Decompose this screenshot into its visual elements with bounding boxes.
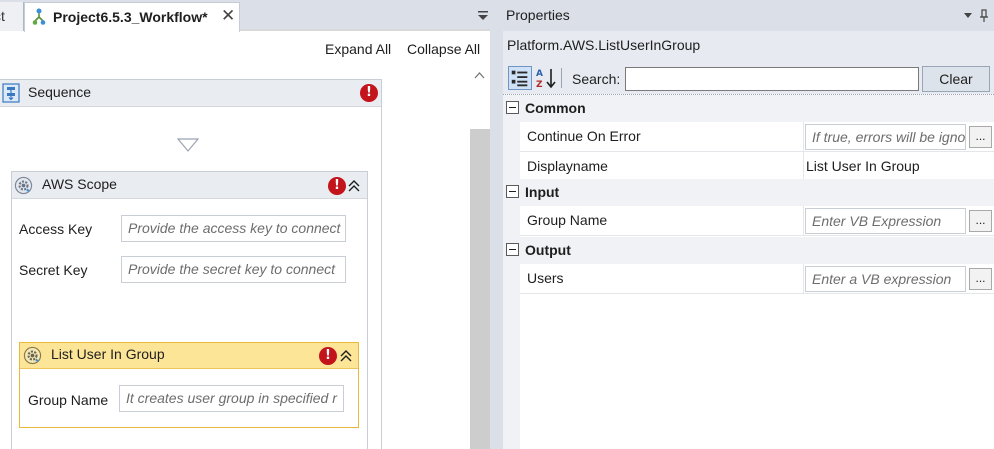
designer-canvas[interactable]: Sequence ! AWS Scope ! Access Key Provid… — [0, 66, 490, 449]
designer-toolbar: Expand All Collapse All — [0, 34, 493, 64]
sequence-title: Sequence — [28, 84, 92, 100]
category-input[interactable]: Input — [503, 179, 994, 206]
category-label: Input — [525, 184, 560, 200]
list-user-in-group-activity[interactable]: List User In Group ! Group Name It creat… — [19, 342, 359, 428]
property-row-displayname: Displayname List User In Group — [520, 152, 994, 182]
properties-title: Properties — [506, 7, 570, 23]
svg-text:A: A — [536, 69, 543, 79]
search-label: Search: — [572, 71, 621, 87]
access-key-input[interactable]: Provide the access key to connect — [121, 215, 346, 242]
collapse-chevron-icon[interactable] — [339, 349, 353, 363]
error-icon[interactable]: ! — [328, 177, 346, 195]
category-label: Output — [525, 242, 571, 258]
tab-previous-document[interactable]: ct — [0, 2, 24, 31]
property-row-users: Users Enter a VB expression ... — [520, 264, 994, 294]
access-key-label: Access Key — [19, 221, 93, 237]
property-name: Continue On Error — [520, 122, 804, 151]
properties-toolbar: A Z Search: Clear — [503, 63, 994, 94]
drop-target-arrow-icon[interactable] — [177, 138, 199, 152]
properties-titlebar: Properties — [503, 0, 994, 31]
toolbar-separator — [561, 68, 562, 88]
selected-object-type: Platform.AWS.ListUserInGroup — [507, 37, 701, 53]
workflow-designer: ct Project6.5.3_Workflow* ✕ Expand All C… — [0, 0, 493, 449]
selected-object-bar: Platform.AWS.ListUserInGroup — [503, 31, 994, 63]
aws-scope-activity[interactable]: AWS Scope ! Access Key Provide the acces… — [11, 171, 368, 449]
category-label: Common — [525, 100, 586, 116]
categorized-view-icon[interactable] — [508, 66, 532, 90]
error-icon[interactable]: ! — [319, 347, 337, 365]
continue-on-error-input[interactable]: If true, errors will be ignored — [805, 124, 966, 150]
tab-dropdown-icon[interactable] — [476, 8, 490, 22]
svg-text:Z: Z — [536, 80, 543, 90]
group-name-input[interactable]: It creates user group in specified r — [119, 385, 344, 412]
category-common[interactable]: Common — [503, 95, 994, 122]
workflow-icon — [32, 8, 46, 25]
pin-icon[interactable] — [980, 9, 988, 22]
expression-editor-button[interactable]: ... — [969, 268, 992, 290]
document-tabstrip: ct Project6.5.3_Workflow* ✕ — [0, 0, 493, 32]
pane-splitter[interactable] — [490, 0, 503, 449]
collapse-toggle-icon[interactable] — [506, 243, 519, 256]
property-row-group-name: Group Name Enter VB Expression ... — [520, 206, 994, 236]
designer-vertical-scrollbar[interactable] — [469, 66, 490, 449]
sequence-header[interactable]: Sequence ! — [0, 80, 381, 107]
collapse-toggle-icon[interactable] — [506, 185, 519, 198]
expression-editor-button[interactable]: ... — [969, 126, 992, 148]
property-name: Users — [520, 264, 804, 293]
property-name: Displayname — [520, 152, 804, 181]
property-name: Group Name — [520, 206, 804, 235]
properties-panel: Properties Platform.AWS.ListUserInGroup … — [503, 0, 994, 449]
expand-all-button[interactable]: Expand All — [325, 41, 391, 57]
collapse-toggle-icon[interactable] — [506, 101, 519, 114]
aws-scope-title: AWS Scope — [42, 176, 117, 192]
error-icon[interactable]: ! — [360, 84, 378, 102]
tab-title: Project6.5.3_Workflow* — [53, 9, 208, 25]
category-output[interactable]: Output — [503, 237, 994, 264]
sequence-icon — [2, 83, 20, 103]
property-grid: Common Continue On Error If true, errors… — [503, 94, 994, 449]
alphabetical-sort-icon[interactable]: A Z — [534, 66, 558, 90]
scrollbar-thumb[interactable] — [470, 129, 490, 449]
clear-search-button[interactable]: Clear — [922, 66, 990, 92]
gear-icon — [23, 346, 42, 365]
displayname-value[interactable]: List User In Group — [806, 152, 920, 181]
list-user-in-group-header[interactable]: List User In Group ! — [20, 343, 358, 369]
gear-icon — [14, 176, 33, 195]
group-name-label: Group Name — [28, 392, 109, 408]
dropdown-icon[interactable] — [964, 13, 972, 18]
expression-editor-button[interactable]: ... — [969, 210, 992, 232]
panel-controls — [964, 9, 988, 22]
list-user-in-group-title: List User In Group — [51, 346, 165, 362]
group-name-expression-input[interactable]: Enter VB Expression — [805, 208, 966, 234]
grid-gutter — [503, 95, 520, 449]
users-expression-input[interactable]: Enter a VB expression — [805, 266, 966, 292]
aws-scope-header[interactable]: AWS Scope ! — [12, 172, 367, 199]
collapse-chevron-icon[interactable] — [347, 179, 361, 193]
collapse-all-button[interactable]: Collapse All — [407, 41, 480, 57]
property-row-continue-on-error: Continue On Error If true, errors will b… — [520, 122, 994, 152]
tab-project-workflow[interactable]: Project6.5.3_Workflow* ✕ — [24, 2, 240, 32]
scroll-up-icon[interactable] — [474, 71, 485, 79]
sequence-activity[interactable]: Sequence ! AWS Scope ! Access Key Provid… — [0, 79, 382, 449]
close-icon[interactable]: ✕ — [221, 6, 235, 26]
property-search-input[interactable] — [625, 67, 919, 91]
secret-key-label: Secret Key — [19, 262, 88, 278]
secret-key-input[interactable]: Provide the secret key to connect — [121, 256, 346, 283]
